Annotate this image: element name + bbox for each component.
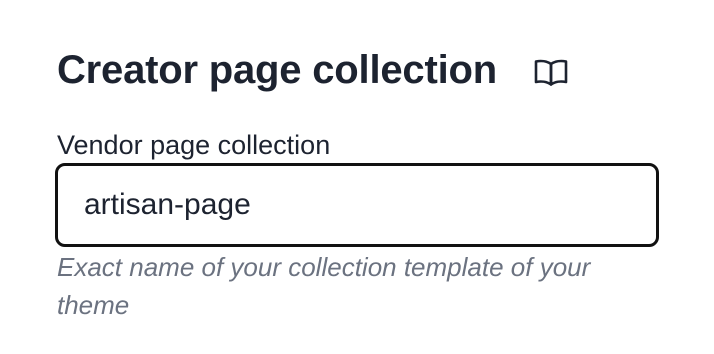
page-title: Creator page collection: [57, 48, 497, 92]
field-label: Vendor page collection: [57, 130, 331, 160]
book-open-icon[interactable]: [533, 56, 569, 88]
collection-input[interactable]: artisan-page: [55, 163, 659, 247]
section-header: Creator page collection: [57, 44, 569, 96]
collection-input-value: artisan-page: [84, 188, 251, 221]
field-help-text: Exact name of your collection template o…: [57, 252, 591, 320]
